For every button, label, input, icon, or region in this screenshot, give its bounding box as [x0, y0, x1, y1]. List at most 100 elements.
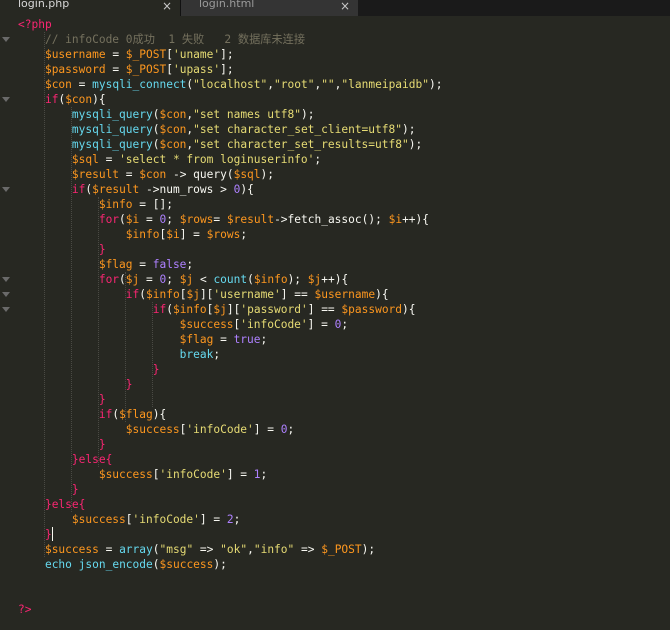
code-token: ){ [92, 93, 106, 106]
code-token: < [193, 273, 214, 286]
code-token: $success [71, 513, 126, 526]
code-token: mysqli_connect [92, 78, 187, 91]
code-token: ( [152, 558, 160, 571]
code-token: "info" [253, 543, 295, 556]
code-token: $_POST [125, 63, 167, 76]
code-token: } [125, 378, 133, 391]
fold-arrow-icon[interactable] [2, 292, 10, 297]
code-token: ] == [307, 303, 342, 316]
code-token: $sql [71, 153, 99, 166]
code-token: $con [159, 108, 187, 121]
code-token: $info [146, 288, 180, 301]
code-token: $username [314, 288, 376, 301]
code-line: $success['infoCode'] = 0; [18, 422, 294, 437]
close-icon[interactable]: × [162, 0, 172, 14]
code-token: $flag [98, 258, 133, 271]
fold-arrow-icon[interactable] [2, 277, 10, 282]
code-token: } [44, 528, 52, 541]
code-line: } [18, 527, 52, 542]
code-token: "set names utf8" [193, 108, 301, 121]
code-token: "ok" [220, 543, 248, 556]
code-line: echo json_encode($success); [18, 557, 227, 572]
fold-arrow-icon[interactable] [2, 97, 10, 102]
code-line: $success = array("msg" => "ok","info" =>… [18, 542, 375, 557]
tab-login-html[interactable]: login.html × [180, 0, 358, 16]
fold-arrow-icon[interactable] [2, 307, 10, 312]
code-token: }else{ [44, 498, 86, 511]
tab-label: login.php [18, 0, 70, 10]
code-token: for [98, 213, 120, 226]
code-token: } [152, 363, 160, 376]
code-line: for($j = 0; $j < count($info); $j++){ [18, 272, 348, 287]
code-token: echo [44, 558, 72, 571]
code-token: 'upass' [172, 63, 221, 76]
code-token: $username [44, 48, 106, 61]
code-token: $result [71, 168, 120, 181]
code-token: ){ [375, 288, 389, 301]
code-token: $result [226, 213, 275, 226]
code-token: = [213, 213, 227, 226]
code-token: <?php [18, 18, 52, 31]
code-token: $success [98, 468, 153, 481]
code-token: } [98, 393, 106, 406]
code-token: ++){ [321, 273, 349, 286]
code-token: = []; [132, 198, 173, 211]
code-token: ( [247, 273, 254, 286]
code-token: ){ [240, 183, 254, 196]
code-token: 'select * from loginuserinfo' [119, 153, 315, 166]
code-token: = [119, 168, 140, 181]
code-token: ; [166, 213, 180, 226]
close-icon[interactable]: × [340, 0, 350, 14]
code-token: $password [341, 303, 403, 316]
code-token: ; [240, 228, 248, 241]
code-line: }else{ [18, 497, 85, 512]
code-token: $j [307, 273, 322, 286]
code-token: = [213, 333, 234, 346]
code-token: mysqli_query [71, 138, 153, 151]
code-token: 'username' [213, 288, 281, 301]
code-line: if($result ->num_rows > 0){ [18, 182, 254, 197]
code-token: ; [166, 273, 180, 286]
code-line: $success['infoCode'] = 1; [18, 467, 267, 482]
code-token: $info [172, 303, 207, 316]
indent-guide [152, 302, 153, 407]
code-token: $success [179, 318, 234, 331]
code-line: } [18, 242, 106, 257]
code-token: $j [186, 288, 200, 301]
code-token: "lanmeipaidb" [341, 78, 429, 91]
code-token: -> query( [166, 168, 234, 181]
code-token: } [71, 483, 79, 496]
fold-arrow-icon[interactable] [2, 37, 10, 42]
tab-login-php[interactable]: login.php × [0, 0, 180, 16]
code-token: $result [92, 183, 140, 196]
code-token: ); [401, 123, 416, 136]
tab-bar: login.php × login.html × [0, 0, 670, 16]
code-token: $success [125, 423, 180, 436]
code-token: $j [213, 303, 227, 316]
code-editor[interactable]: <?php // infoCode 0成功 1 失败 2 数据库未连接 $use… [0, 16, 670, 630]
code-token: if [44, 93, 59, 106]
code-token: ]; [220, 48, 234, 61]
code-token: } [98, 243, 106, 256]
code-token: => [193, 543, 221, 556]
code-token: ; [341, 318, 349, 331]
code-line: if($flag){ [18, 407, 166, 422]
code-line: $success['infoCode'] = 2; [18, 512, 240, 527]
code-line: $username = $_POST['uname']; [18, 47, 234, 62]
code-token: $sql [233, 168, 261, 181]
code-token: $_POST [125, 48, 167, 61]
code-line: $sql = 'select * from loginuserinfo'; [18, 152, 321, 167]
code-line: mysqli_query($con,"set character_set_cli… [18, 122, 416, 137]
code-token: $con [44, 78, 72, 91]
code-token: ->num_rows > [139, 183, 234, 196]
code-token: } [98, 438, 106, 451]
fold-arrow-icon[interactable] [2, 187, 10, 192]
code-token: $j [179, 273, 194, 286]
